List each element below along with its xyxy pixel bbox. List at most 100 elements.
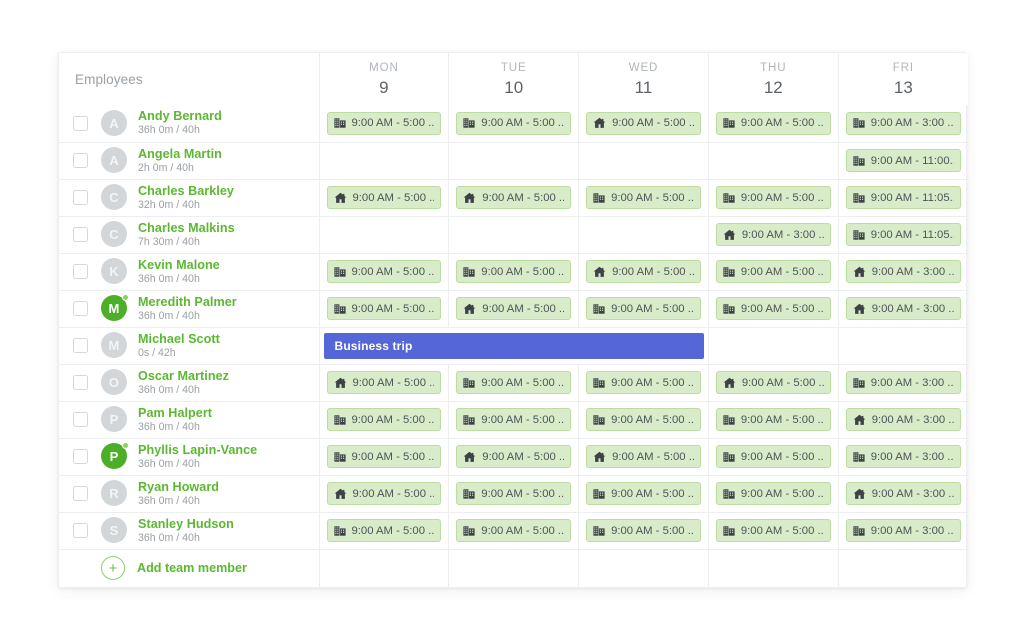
empty-day-cell[interactable] xyxy=(838,327,968,365)
avatar[interactable]: S xyxy=(101,517,127,544)
shift-chip[interactable]: 9:00 AM - 5:00 ... xyxy=(715,519,831,542)
shift-chip[interactable]: 9:00 AM - 3:00 ... xyxy=(845,408,961,431)
employee-name[interactable]: Michael Scott xyxy=(138,332,220,346)
shift-cell[interactable]: 9:00 AM - 11:05... xyxy=(838,179,968,217)
shift-cell[interactable]: 9:00 AM - 5:00 ... xyxy=(708,475,839,513)
add-team-member-cell[interactable]: + Add team member xyxy=(59,549,320,587)
shift-cell[interactable]: 9:00 AM - 5:00 ... xyxy=(319,475,450,513)
employee-name[interactable]: Charles Barkley xyxy=(138,184,234,198)
shift-chip[interactable]: 9:00 AM - 5:00 ... xyxy=(326,371,442,394)
empty-day-cell[interactable] xyxy=(578,216,709,254)
shift-chip[interactable]: 9:00 AM - 3:00 ... xyxy=(715,223,831,246)
employee-name[interactable]: Kevin Malone xyxy=(138,258,220,272)
shift-chip[interactable]: 9:00 AM - 5:00 ... xyxy=(586,371,701,394)
shift-chip[interactable]: 9:00 AM - 11:05... xyxy=(845,223,961,246)
avatar[interactable]: A xyxy=(101,110,127,137)
row-select-checkbox[interactable] xyxy=(73,522,88,538)
shift-cell[interactable]: 9:00 AM - 5:00 ... xyxy=(708,401,839,439)
avatar[interactable]: C xyxy=(101,221,127,248)
event-bar[interactable]: Business trip xyxy=(323,332,704,359)
shift-cell[interactable]: 9:00 AM - 5:00 ... xyxy=(578,105,709,143)
empty-day-cell[interactable] xyxy=(319,216,450,254)
shift-chip[interactable]: 9:00 AM - 5:00 ... xyxy=(456,445,572,468)
shift-cell[interactable]: 9:00 AM - 5:00 ... xyxy=(448,253,580,291)
shift-chip[interactable]: 9:00 AM - 5:00 ... xyxy=(326,445,442,468)
employee-name[interactable]: Meredith Palmer xyxy=(138,295,237,309)
shift-chip[interactable]: 9:00 AM - 5:00 ... xyxy=(715,482,831,505)
employee-name[interactable]: Charles Malkins xyxy=(138,221,235,235)
shift-chip[interactable]: 9:00 AM - 5:00 ... xyxy=(456,371,572,394)
empty-day-cell[interactable] xyxy=(448,216,580,254)
shift-cell[interactable]: 9:00 AM - 11:00... xyxy=(838,142,968,180)
shift-chip[interactable]: 9:00 AM - 5:00 ... xyxy=(326,408,442,431)
shift-cell[interactable]: 9:00 AM - 3:00 ... xyxy=(838,364,968,402)
shift-cell[interactable]: 9:00 AM - 5:00 ... xyxy=(708,290,839,328)
employee-name[interactable]: Andy Bernard xyxy=(138,109,222,123)
shift-cell[interactable]: 9:00 AM - 5:00 ... xyxy=(448,105,580,143)
shift-cell[interactable]: 9:00 AM - 5:00 ... xyxy=(448,512,580,550)
avatar[interactable]: P xyxy=(101,442,129,470)
avatar[interactable]: A xyxy=(101,147,127,174)
shift-chip[interactable]: 9:00 AM - 5:00 ... xyxy=(715,445,831,468)
shift-cell[interactable]: 9:00 AM - 5:00 ... xyxy=(319,401,450,439)
shift-chip[interactable]: 9:00 AM - 3:00 ... xyxy=(845,111,961,135)
shift-chip[interactable]: 9:00 AM - 5:00 ... xyxy=(326,519,442,542)
shift-cell[interactable]: 9:00 AM - 5:00 ... xyxy=(578,475,709,513)
row-select-checkbox[interactable] xyxy=(73,115,88,131)
employee-name[interactable]: Oscar Martinez xyxy=(138,369,229,383)
shift-cell[interactable]: 9:00 AM - 5:00 ... xyxy=(708,179,839,217)
shift-chip[interactable]: 9:00 AM - 3:00 ... xyxy=(845,260,961,283)
shift-chip[interactable]: 9:00 AM - 11:05... xyxy=(845,186,961,209)
empty-day-cell[interactable] xyxy=(578,142,709,180)
shift-cell[interactable]: 9:00 AM - 5:00 ... xyxy=(319,364,450,402)
shift-cell[interactable]: 9:00 AM - 3:00 ... xyxy=(838,512,968,550)
shift-chip[interactable]: 9:00 AM - 5:00 ... xyxy=(326,186,442,209)
row-select-checkbox[interactable] xyxy=(73,263,88,279)
shift-cell[interactable]: 9:00 AM - 5:00 ... xyxy=(319,438,450,476)
shift-chip[interactable]: 9:00 AM - 5:00 ... xyxy=(326,482,442,505)
shift-cell[interactable]: 9:00 AM - 5:00 ... xyxy=(319,179,450,217)
shift-cell[interactable]: 9:00 AM - 5:00 ... xyxy=(578,364,709,402)
shift-cell[interactable]: 9:00 AM - 3:00 ... xyxy=(838,475,968,513)
shift-cell[interactable]: 9:00 AM - 5:00 ... xyxy=(448,290,580,328)
shift-cell[interactable]: 9:00 AM - 5:00 ... xyxy=(578,253,709,291)
shift-chip[interactable]: 9:00 AM - 5:00 ... xyxy=(715,408,831,431)
shift-chip[interactable]: 9:00 AM - 5:00 ... xyxy=(326,260,442,283)
shift-chip[interactable]: 9:00 AM - 5:00 ... xyxy=(715,111,831,135)
shift-cell[interactable]: 9:00 AM - 5:00 ... xyxy=(708,105,839,143)
shift-cell[interactable]: 9:00 AM - 3:00 ... xyxy=(838,253,968,291)
row-select-checkbox[interactable] xyxy=(73,448,88,464)
shift-cell[interactable]: 9:00 AM - 11:05... xyxy=(838,216,968,254)
row-select-checkbox[interactable] xyxy=(73,226,88,242)
shift-chip[interactable]: 9:00 AM - 5:00 ... xyxy=(456,297,572,320)
shift-cell[interactable]: 9:00 AM - 5:00 ... xyxy=(578,290,709,328)
shift-chip[interactable]: 9:00 AM - 5:00 ... xyxy=(586,297,701,320)
empty-day-cell[interactable] xyxy=(708,142,839,180)
row-select-checkbox[interactable] xyxy=(73,485,88,501)
shift-chip[interactable]: 9:00 AM - 5:00 ... xyxy=(715,371,831,394)
shift-chip[interactable]: 9:00 AM - 3:00 ... xyxy=(845,371,961,394)
employee-name[interactable]: Angela Martin xyxy=(138,147,222,161)
row-select-checkbox[interactable] xyxy=(73,374,88,390)
empty-day-cell[interactable] xyxy=(708,327,839,365)
shift-chip[interactable]: 9:00 AM - 5:00 ... xyxy=(586,408,701,431)
avatar[interactable]: R xyxy=(101,480,127,507)
shift-chip[interactable]: 9:00 AM - 5:00 ... xyxy=(586,186,701,209)
avatar[interactable]: O xyxy=(101,369,127,396)
shift-cell[interactable]: 9:00 AM - 5:00 ... xyxy=(448,438,580,476)
row-select-checkbox[interactable] xyxy=(73,189,88,205)
shift-chip[interactable]: 9:00 AM - 5:00 ... xyxy=(456,482,572,505)
shift-cell[interactable]: 9:00 AM - 3:00 ... xyxy=(838,290,968,328)
row-select-checkbox[interactable] xyxy=(73,337,88,353)
shift-cell[interactable]: 9:00 AM - 5:00 ... xyxy=(448,179,580,217)
shift-chip[interactable]: 9:00 AM - 5:00 ... xyxy=(456,519,572,542)
shift-chip[interactable]: 9:00 AM - 3:00 ... xyxy=(845,445,961,468)
avatar[interactable]: P xyxy=(101,406,127,433)
shift-cell[interactable]: 9:00 AM - 5:00 ... xyxy=(708,364,839,402)
shift-chip[interactable]: 9:00 AM - 5:00 ... xyxy=(586,260,701,283)
shift-chip[interactable]: 9:00 AM - 3:00 ... xyxy=(845,482,961,505)
employee-name[interactable]: Ryan Howard xyxy=(138,480,219,494)
shift-chip[interactable]: 9:00 AM - 5:00 ... xyxy=(456,408,572,431)
shift-cell[interactable]: 9:00 AM - 3:00 ... xyxy=(838,105,968,143)
shift-cell[interactable]: 9:00 AM - 5:00 ... xyxy=(448,475,580,513)
